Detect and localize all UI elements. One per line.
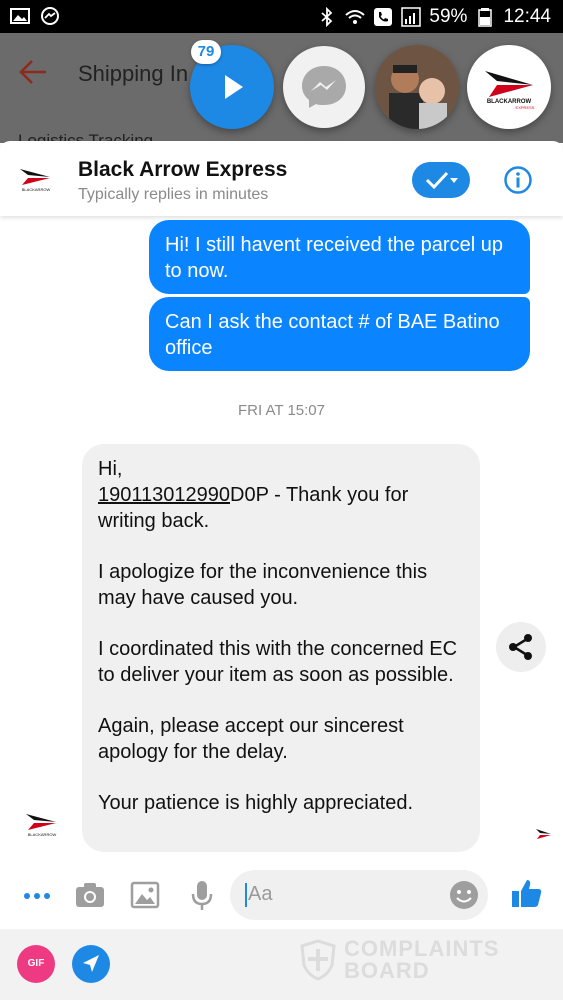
seen-receipt-icon — [536, 829, 551, 839]
black-arrow-logo: BLACKARROW — [20, 169, 51, 192]
call-icon — [374, 7, 393, 26]
svg-text:EXPRESS: EXPRESS — [516, 105, 535, 110]
contact-status: Typically replies in minutes — [78, 186, 269, 203]
chat-header: BLACKARROW Black Arrow Express Typically… — [0, 141, 563, 216]
incoming-message[interactable]: Hi, 190113012990D0P - Thank you for writ… — [82, 444, 480, 852]
gallery-icon[interactable] — [128, 878, 162, 912]
thumbs-up-icon[interactable] — [510, 876, 544, 910]
share-button[interactable] — [496, 622, 546, 672]
more-options-icon[interactable] — [20, 878, 54, 912]
status-bar: 59% 12:44 — [0, 0, 563, 33]
message-greeting: Hi, — [98, 458, 123, 480]
wifi-icon — [345, 9, 366, 24]
text-caret — [245, 883, 247, 907]
outgoing-message[interactable]: Can I ask the contact # of BAE Batino of… — [149, 297, 530, 371]
svg-text:BLACKARROW: BLACKARROW — [28, 832, 57, 837]
watermark-line-2: BOARD — [344, 958, 430, 983]
emoji-icon[interactable] — [448, 879, 480, 911]
watermark-shield-logo — [300, 939, 336, 981]
message-paragraph: 190113012990D0P - Thank you for writing … — [98, 484, 409, 532]
signal-icon — [401, 6, 422, 27]
messenger-notification-icon — [41, 7, 59, 25]
back-arrow-icon — [19, 60, 46, 84]
bluetooth-icon — [321, 6, 333, 27]
contact-avatar-chat-head[interactable] — [375, 45, 459, 129]
black-arrow-logo: BLACKARROW EXPRESS — [485, 71, 535, 110]
image-notification-icon — [10, 8, 30, 24]
sender-avatar: BLACKARROW — [26, 814, 57, 837]
outgoing-message[interactable]: Hi! I still havent received the parcel u… — [149, 220, 530, 294]
mark-done-button[interactable] — [412, 162, 470, 198]
check-dropdown-icon — [425, 171, 458, 190]
message-composer: Aa — [0, 866, 563, 926]
battery-icon — [478, 7, 493, 27]
unread-badge: 79 — [191, 40, 221, 64]
clock: 12:44 — [503, 5, 551, 27]
info-icon[interactable] — [503, 165, 533, 195]
messenger-icon — [302, 66, 346, 108]
battery-percent: 59% — [429, 5, 468, 27]
camera-icon[interactable] — [73, 878, 107, 912]
message-input[interactable]: Aa — [230, 870, 488, 920]
message-paragraph: I coordinated this with the concerned EC… — [98, 638, 458, 686]
microphone-icon[interactable] — [185, 878, 219, 912]
svg-text:BLACKARROW: BLACKARROW — [22, 187, 51, 192]
gif-button[interactable]: GIF — [17, 945, 55, 983]
contact-name[interactable]: Black Arrow Express — [78, 158, 287, 182]
user-photo — [375, 45, 459, 129]
message-paragraph: Your patience is highly appreciated. — [98, 792, 414, 814]
message-paragraph: I apologize for the inconvenience this m… — [98, 561, 428, 609]
attachments-bar: GIF COMPLAINTS BOARD — [0, 929, 563, 1000]
message-timestamp: FRI AT 15:07 — [238, 402, 325, 419]
share-icon — [509, 634, 532, 660]
tracking-number-link[interactable]: 190113012990 — [98, 484, 230, 506]
message-input-placeholder: Aa — [248, 883, 273, 905]
watermark: COMPLAINTS BOARD — [300, 935, 530, 991]
messenger-chat-head[interactable] — [283, 46, 365, 128]
message-paragraph: Again, please accept our sincerest apolo… — [98, 715, 404, 763]
black-arrow-chat-head[interactable]: BLACKARROW EXPRESS — [467, 45, 551, 129]
location-button[interactable] — [72, 945, 110, 983]
location-arrow-icon — [83, 955, 99, 972]
